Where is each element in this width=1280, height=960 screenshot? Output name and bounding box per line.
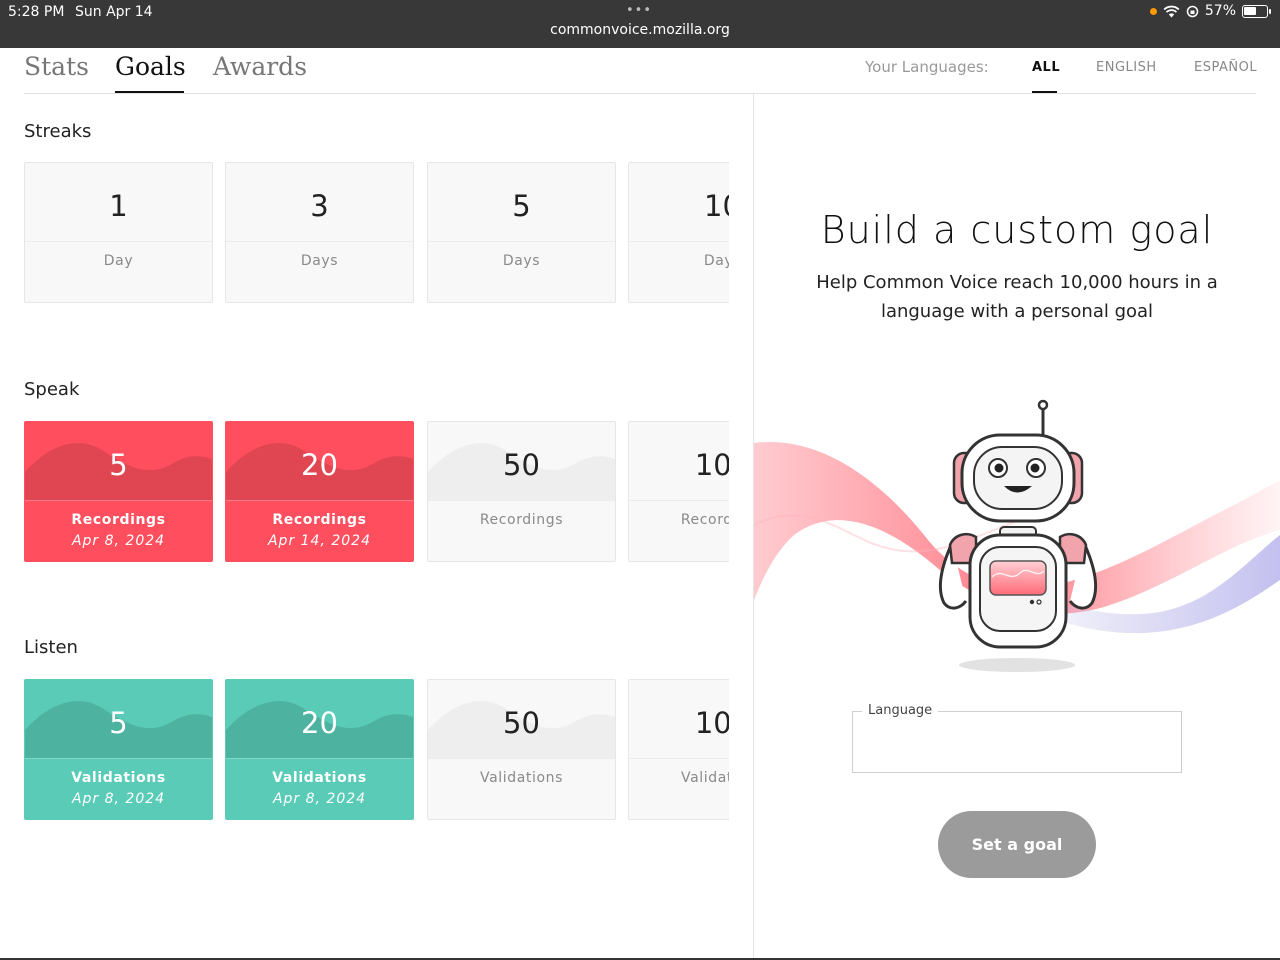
speak-goal-card: 5 Recordings Apr 8, 2024 <box>24 421 213 562</box>
goal-achieved-date: Apr 8, 2024 <box>272 791 367 807</box>
goal-achieved-date: Apr 14, 2024 <box>267 533 371 549</box>
goal-label: Validations <box>272 770 367 786</box>
goal-label: Recordings <box>680 512 729 528</box>
goal-label: Recordings <box>479 512 564 528</box>
robot-mascot-icon <box>754 399 1280 672</box>
battery-percent: 57% <box>1204 3 1236 19</box>
language-field-label: Language <box>862 703 939 718</box>
multitasking-dots-icon[interactable]: ••• <box>626 3 652 18</box>
goal-value: 10 <box>704 189 729 223</box>
goal-label: Validations <box>479 770 564 786</box>
speak-title: Speak <box>24 379 80 400</box>
languages-label: Your Languages: <box>865 58 989 76</box>
tab-stats[interactable]: Stats <box>24 52 89 81</box>
status-date: Sun Apr 14 <box>75 4 153 20</box>
goal-label: Recordings <box>272 512 367 528</box>
address-url[interactable]: commonvoice.mozilla.org <box>0 22 1280 38</box>
listen-cards[interactable]: 5 Validations Apr 8, 2024 20 Validations… <box>24 679 729 821</box>
listen-goal-card: 5 Validations Apr 8, 2024 <box>24 679 213 820</box>
goal-label: Recordings <box>71 512 166 528</box>
goal-label: Days <box>300 253 339 269</box>
goal-label: Days <box>703 253 729 269</box>
goal-label: Validations <box>680 770 729 786</box>
goal-value: 5 <box>512 189 531 223</box>
listen-title: Listen <box>24 637 78 658</box>
listen-goal-card: 20 Validations Apr 8, 2024 <box>225 679 414 820</box>
listen-goal-card: 50 Validations <box>427 679 616 820</box>
listen-goal-card: 100 Validations <box>628 679 729 820</box>
speak-goal-card: 50 Recordings <box>427 421 616 562</box>
goal-label: Validations <box>71 770 166 786</box>
streak-card: 10 Days <box>628 162 729 303</box>
speak-cards[interactable]: 5 Recordings Apr 8, 2024 20 Recordings A… <box>24 421 729 563</box>
language-filter-english[interactable]: ENGLISH <box>1096 60 1157 75</box>
streak-card: 1 Day <box>24 162 213 303</box>
tab-awards[interactable]: Awards <box>213 52 307 81</box>
battery-icon <box>1242 4 1271 18</box>
goal-value: 20 <box>301 448 338 482</box>
goal-value: 100 <box>694 448 729 482</box>
streak-card: 3 Days <box>225 162 414 303</box>
streaks-cards[interactable]: 1 Day 3 Days 5 Days 10 Days <box>24 162 729 304</box>
speak-goal-card: 100 Recordings <box>628 421 729 562</box>
goal-label: Days <box>502 253 541 269</box>
status-indicators: 57% <box>1149 3 1271 19</box>
set-goal-button[interactable]: Set a goal <box>938 811 1096 878</box>
language-filter-espanol[interactable]: ESPAÑOL <box>1194 60 1257 75</box>
tab-goals[interactable]: Goals <box>115 52 186 81</box>
goals-panel: Streaks 1 Day 3 Days 5 Days 10 Days Spea… <box>0 94 753 960</box>
goal-value: 5 <box>109 706 128 740</box>
goal-value: 100 <box>694 706 729 740</box>
custom-goal-title: Build a custom goal <box>820 208 1214 252</box>
goal-achieved-date: Apr 8, 2024 <box>71 533 166 549</box>
goal-value: 50 <box>503 706 540 740</box>
wifi-icon <box>1163 5 1180 17</box>
language-field[interactable] <box>862 728 1172 764</box>
status-time: 5:28 PM <box>8 4 65 20</box>
goal-value: 20 <box>301 706 338 740</box>
orientation-lock-icon <box>1186 5 1199 17</box>
speak-goal-card: 20 Recordings Apr 14, 2024 <box>225 421 414 562</box>
goal-achieved-date: Apr 8, 2024 <box>71 791 166 807</box>
goal-label: Day <box>103 253 134 269</box>
goal-value: 3 <box>310 189 329 223</box>
custom-goal-subtitle: Help Common Voice reach 10,000 hours in … <box>816 272 1218 322</box>
goal-value: 50 <box>503 448 540 482</box>
privacy-indicator-icon <box>1149 7 1157 15</box>
status-bar: 5:28 PM Sun Apr 14 ••• commonvoice.mozil… <box>0 0 1280 48</box>
streaks-title: Streaks <box>24 121 92 142</box>
streak-card: 5 Days <box>427 162 616 303</box>
language-filter-all[interactable]: ALL <box>1032 60 1060 75</box>
goal-value: 5 <box>109 448 128 482</box>
goal-value: 1 <box>109 189 128 223</box>
